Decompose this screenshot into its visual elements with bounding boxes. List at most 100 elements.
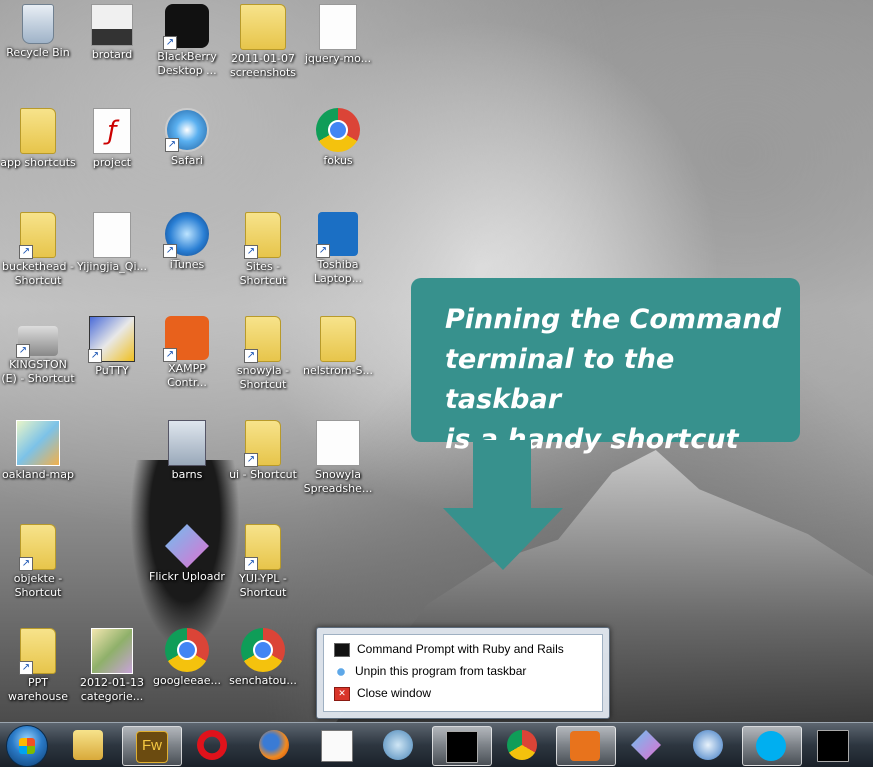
desktop-icon-barns[interactable]: barns (149, 420, 225, 482)
shortcut-arrow-icon: ↗ (163, 36, 177, 50)
shortcut-arrow-icon: ↗ (19, 245, 33, 259)
jump-list-item-command-prompt[interactable]: Command Prompt with Ruby and Rails (334, 639, 564, 659)
desktop-icon-buckethead[interactable]: ↗ buckethead - Shortcut (0, 212, 76, 288)
taskbar-command-prompt-button[interactable] (432, 726, 492, 766)
shortcut-arrow-icon: ↗ (163, 244, 177, 258)
desktop-icon-flickr-uploadr[interactable]: Flickr Uploadr (149, 524, 225, 584)
desktop-icon-oakland-map[interactable]: oakland-map (0, 420, 76, 482)
pdf-file-icon (93, 212, 131, 258)
taskbar-jump-list: Command Prompt with Ruby and Rails Unpin… (316, 627, 610, 719)
toshiba-icon: ↗ (316, 212, 358, 258)
shortcut-arrow-icon: ↗ (19, 661, 33, 675)
flickr-uploadr-icon (165, 524, 209, 568)
blackberry-icon: ↗ (163, 4, 209, 50)
flickr-uploadr-icon (631, 730, 661, 760)
jump-list-item-close-window[interactable]: ✕ Close window (334, 683, 431, 703)
notepad-icon (321, 730, 353, 762)
shortcut-arrow-icon: ↗ (244, 245, 258, 259)
taskbar-opera-button[interactable] (184, 726, 242, 764)
desktop-icon-snowyla[interactable]: ↗ snowyla - Shortcut (225, 316, 301, 392)
shortcut-arrow-icon: ↗ (244, 349, 258, 363)
taskbar-notepad-button[interactable] (308, 726, 366, 764)
desktop-icon-categories[interactable]: 2012-01-13 categorie... (74, 628, 150, 704)
desktop-icon-toshiba[interactable]: ↗ Toshiba Laptop... (300, 212, 376, 286)
taskbar-app-button[interactable] (370, 726, 428, 764)
command-prompt-icon (446, 731, 478, 763)
shortcut-arrow-icon: ↗ (16, 344, 30, 358)
desktop-icon-googleeae[interactable]: googleeae... (149, 628, 225, 688)
desktop-icon-recycle-bin[interactable]: Recycle Bin (0, 4, 76, 60)
swf-file-icon: ƒ (93, 108, 131, 154)
desktop-icon-objekte[interactable]: ↗ objekte - Shortcut (0, 524, 76, 600)
folder-icon: ↗ (19, 628, 56, 675)
taskbar-fireworks-button[interactable]: Fw (122, 726, 182, 766)
desktop-icon-sites[interactable]: ↗ Sites - Shortcut (225, 212, 301, 288)
xampp-icon: ↗ (163, 316, 209, 362)
taskbar-chrome-button[interactable] (494, 726, 552, 764)
folder-icon: ↗ (244, 420, 281, 467)
desktop-icon-putty[interactable]: ↗ PuTTY (74, 316, 150, 378)
image-file-icon (91, 628, 133, 674)
desktop-icon-project[interactable]: ƒ project (74, 108, 150, 170)
desktop-icon-kingston[interactable]: ↗ KINGSTON (E) - Shortcut (0, 316, 76, 386)
close-icon: ✕ (334, 686, 350, 701)
folder-icon: ↗ (244, 212, 281, 259)
image-file-icon (91, 4, 133, 46)
desktop-icon-app-shortcuts[interactable]: app shortcuts (0, 108, 76, 170)
annotation-arrow-stem (473, 440, 531, 510)
gear-icon (570, 731, 600, 761)
folder-icon (20, 108, 56, 154)
folder-icon: ↗ (19, 524, 56, 571)
taskbar-thunderbird-button[interactable] (680, 726, 738, 764)
desktop-icon-itunes[interactable]: ↗ iTunes (149, 212, 225, 272)
desktop-icon-fokus[interactable]: fokus (300, 108, 376, 168)
shortcut-arrow-icon: ↗ (19, 557, 33, 571)
putty-icon: ↗ (88, 316, 135, 363)
desktop-icon-jquery[interactable]: jquery-mo... (300, 4, 376, 66)
desktop-icon-nelstrom[interactable]: nelstrom-S... (300, 316, 376, 378)
folder-icon: ↗ (19, 212, 56, 259)
taskbar-firefox-button[interactable] (246, 726, 304, 764)
document-icon (319, 4, 357, 50)
annotation-line: terminal to the taskbar (445, 344, 675, 415)
mail-icon (693, 730, 723, 760)
taskbar-flickr-uploadr-button[interactable] (618, 726, 676, 764)
desktop-icon-yijingjia[interactable]: Yijingjia_Qi... (74, 212, 150, 274)
usb-drive-icon: ↗ (16, 326, 58, 358)
desktop-icon-ui[interactable]: ↗ ui - Shortcut (225, 420, 301, 482)
desktop-icon-snowyla-spreadsheet[interactable]: Snowyla Spreadshe... (300, 420, 376, 496)
jump-list-item-unpin[interactable]: Unpin this program from taskbar (334, 661, 526, 681)
fireworks-icon: Fw (136, 731, 168, 763)
safari-icon: ↗ (165, 108, 209, 152)
folder-icon (320, 316, 356, 362)
desktop-icon-xampp[interactable]: ↗ XAMPP Contr... (149, 316, 225, 390)
desktop-icon-blackberry[interactable]: ↗ BlackBerry Desktop ... (149, 4, 225, 78)
taskbar-skype-button[interactable] (742, 726, 802, 766)
shortcut-arrow-icon: ↗ (88, 349, 102, 363)
shortcut-arrow-icon: ↗ (163, 348, 177, 362)
windows-logo-icon (19, 738, 35, 754)
firefox-icon (259, 730, 289, 760)
folder-icon (240, 4, 286, 50)
desktop-icon-safari[interactable]: ↗ Safari (149, 108, 225, 168)
command-prompt-icon (334, 642, 350, 657)
desktop-icon-ppt-warehouse[interactable]: ↗ PPT warehouse (0, 628, 76, 704)
unpin-icon (334, 665, 348, 678)
jump-list-panel: Command Prompt with Ruby and Rails Unpin… (323, 634, 603, 712)
itunes-icon: ↗ (163, 212, 209, 258)
chrome-icon (241, 628, 285, 672)
taskbar-settings-button[interactable] (556, 726, 616, 766)
taskbar-explorer-button[interactable] (60, 726, 118, 764)
recycle-bin-icon (22, 4, 54, 44)
desktop-icon-yui-ypl[interactable]: ↗ YUI-YPL - Shortcut (225, 524, 301, 600)
desktop-icon-senchatou[interactable]: senchatou... (225, 628, 301, 688)
shortcut-arrow-icon: ↗ (316, 244, 330, 258)
annotation-line: Pinning the Command (445, 304, 781, 335)
folder-icon: ↗ (244, 524, 281, 571)
taskbar-command-prompt-2-button[interactable] (804, 726, 862, 764)
pdf-file-icon (316, 420, 360, 466)
folder-icon: ↗ (244, 316, 281, 363)
start-button[interactable] (6, 725, 48, 767)
desktop-icon-screenshots-folder[interactable]: 2011-01-07 screenshots (225, 4, 301, 80)
desktop-icon-brotard[interactable]: brotard (74, 4, 150, 62)
